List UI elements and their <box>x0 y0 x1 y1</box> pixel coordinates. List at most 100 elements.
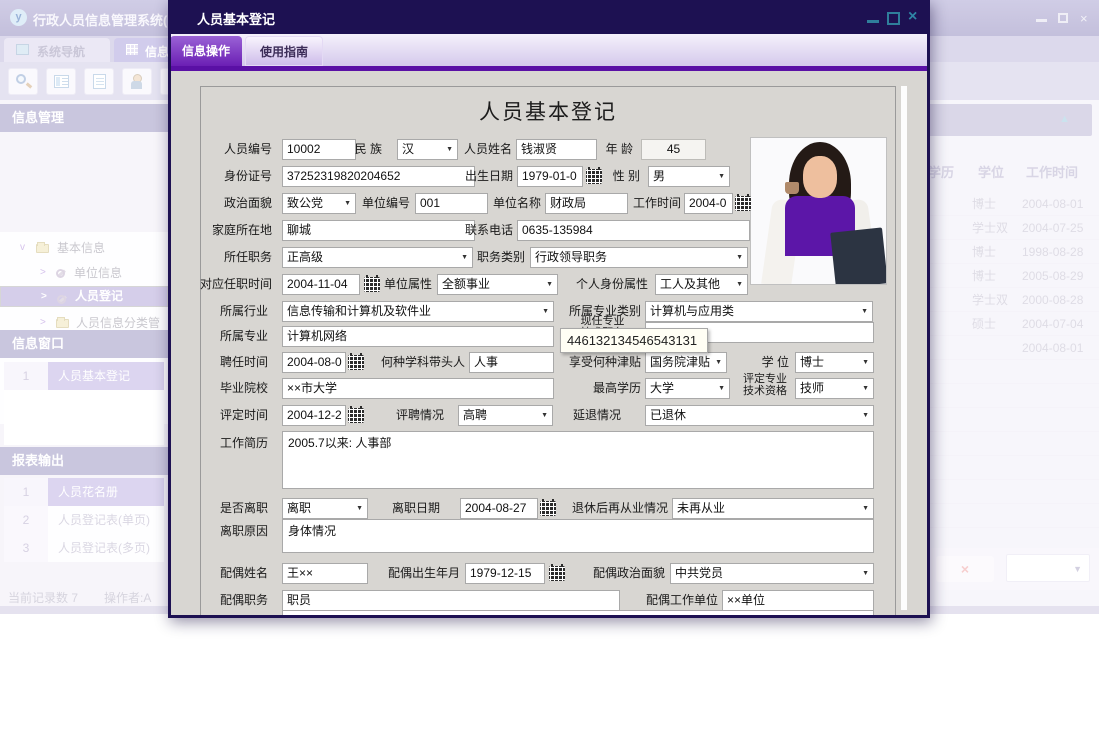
tab-user-guide[interactable]: 使用指南 <box>245 36 323 66</box>
dropdown-arrow-icon: ▼ <box>344 200 351 208</box>
photo-art <box>785 182 799 194</box>
spouse-unit-label: 配偶工作单位 <box>620 590 718 611</box>
birth-date-input[interactable]: 1979-01-0 <box>517 166 583 187</box>
discipline-input[interactable]: 人事 <box>469 352 554 373</box>
education-select[interactable]: 大学▼ <box>645 378 730 399</box>
dialog-titlebar[interactable]: 人员基本登记 × <box>168 0 930 34</box>
remark-input[interactable] <box>282 610 874 618</box>
spouse-name-label: 配偶姓名 <box>178 563 268 584</box>
resume-label: 工作简历 <box>178 433 268 454</box>
leave-reason-textarea[interactable]: 身体情况 <box>282 519 874 553</box>
dropdown-arrow-icon: ▼ <box>715 359 722 367</box>
major-label: 所属专业 <box>178 326 268 347</box>
id-no-label: 身份证号 <box>178 166 272 187</box>
delay-retire-label: 延退情况 <box>553 405 621 426</box>
tech-qual-label-line2: 技术资格 <box>739 385 791 397</box>
dropdown-arrow-icon: ▼ <box>861 308 868 316</box>
phone-input[interactable]: 0635-135984 <box>517 220 750 241</box>
school-input[interactable]: ××市大学 <box>282 378 554 399</box>
id-no-input[interactable]: 37252319820204652 <box>282 166 475 187</box>
form-title: 人员基本登记 <box>200 96 896 126</box>
gender-select[interactable]: 男▼ <box>648 166 730 187</box>
spouse-unit-input[interactable]: ××单位 <box>722 590 874 611</box>
tech-qual-label: 评定专业 技术资格 <box>739 373 791 397</box>
remark-label: 备 注 <box>178 612 268 618</box>
leave-date-label: 离职日期 <box>355 498 440 519</box>
personnel-photo <box>750 137 887 285</box>
pos-type-select[interactable]: 行政领导职务▼ <box>530 247 748 268</box>
unit-no-label: 单位编号 <box>362 193 410 214</box>
spouse-birth-input[interactable]: 1979-12-15 <box>465 563 545 584</box>
major-cat-select[interactable]: 计算机与应用类▼ <box>645 301 873 322</box>
dropdown-arrow-icon: ▼ <box>542 308 549 316</box>
calendar-icon[interactable] <box>735 196 751 211</box>
industry-select[interactable]: 信息传输和计算机及软件业▼ <box>282 301 554 322</box>
gender-label: 性 别 <box>588 166 640 187</box>
tech-qual-select[interactable]: 技师▼ <box>795 378 874 399</box>
ethnicity-label: 民 族 <box>326 139 382 160</box>
education-label: 最高学历 <box>564 378 641 399</box>
rework-select[interactable]: 未再从业▼ <box>672 498 874 519</box>
appoint-time-label: 对应任职时间 <box>178 274 272 295</box>
assess-time-input[interactable]: 2004-12-2 <box>282 405 346 426</box>
dropdown-arrow-icon: ▼ <box>862 505 869 513</box>
photo-art <box>830 227 887 285</box>
personal-attr-select[interactable]: 工人及其他▼ <box>655 274 748 295</box>
unit-name-label: 单位名称 <box>463 193 541 214</box>
work-time-label: 工作时间 <box>603 193 681 214</box>
dropdown-arrow-icon: ▼ <box>718 173 725 181</box>
politics-label: 政治面貌 <box>178 193 272 214</box>
per-no-label: 人员编号 <box>178 139 272 160</box>
dropdown-arrow-icon: ▼ <box>736 254 743 262</box>
appoint-time-input[interactable]: 2004-11-04 <box>282 274 360 295</box>
unit-attr-label: 单位属性 <box>364 274 432 295</box>
spouse-name-input[interactable]: 王×× <box>282 563 368 584</box>
phone-label: 联系电话 <box>449 220 513 241</box>
dialog-title: 人员基本登记 <box>197 9 275 28</box>
tooltip: 446132134546543131 <box>560 328 708 353</box>
birth-label: 出生日期 <box>449 166 513 187</box>
name-label: 人员姓名 <box>449 139 512 160</box>
leave-reason-label: 离职原因 <box>178 521 268 542</box>
allowance-select[interactable]: 国务院津贴▼ <box>645 352 727 373</box>
spouse-pos-input[interactable]: 职员 <box>282 590 620 611</box>
major-input[interactable]: 计算机网络 <box>282 326 554 347</box>
close-icon[interactable]: × <box>908 8 917 26</box>
degree-label: 学 位 <box>734 352 789 373</box>
home-label: 家庭所在地 <box>178 220 272 241</box>
industry-label: 所属行业 <box>178 301 268 322</box>
leave-date-input[interactable]: 2004-08-27 <box>460 498 538 519</box>
calendar-icon[interactable] <box>348 408 364 423</box>
dropdown-arrow-icon: ▼ <box>862 570 869 578</box>
degree-select[interactable]: 博士▼ <box>795 352 874 373</box>
spouse-politics-select[interactable]: 中共党员▼ <box>670 563 874 584</box>
work-time-input[interactable]: 2004-0 <box>684 193 733 214</box>
position-select[interactable]: 正高级▼ <box>282 247 473 268</box>
resume-textarea[interactable]: 2005.7以来: 人事部 <box>282 431 874 489</box>
minimize-icon[interactable] <box>867 20 879 23</box>
tab-info-operation[interactable]: 信息操作 <box>170 36 242 66</box>
maximize-icon[interactable] <box>887 12 900 25</box>
dropdown-arrow-icon: ▼ <box>718 385 725 393</box>
spouse-pos-label: 配偶职务 <box>178 590 268 611</box>
pos-type-label: 职务类别 <box>467 247 525 268</box>
school-label: 毕业院校 <box>178 378 268 399</box>
unit-attr-select[interactable]: 全额事业▼ <box>437 274 558 295</box>
personal-attr-label: 个人身份属性 <box>553 274 648 295</box>
politics-select[interactable]: 致公党▼ <box>282 193 356 214</box>
review-select[interactable]: 高聘▼ <box>458 405 553 426</box>
is-leave-label: 是否离职 <box>178 498 268 519</box>
review-label: 评聘情况 <box>376 405 444 426</box>
scroll-strip[interactable] <box>901 86 907 610</box>
dropdown-arrow-icon: ▼ <box>736 281 743 289</box>
spouse-politics-label: 配偶政治面貌 <box>560 563 665 584</box>
spouse-birth-label: 配偶出生年月 <box>360 563 460 584</box>
allowance-label: 享受何种津贴 <box>547 352 641 373</box>
delay-retire-select[interactable]: 已退休▼ <box>645 405 874 426</box>
hire-time-input[interactable]: 2004-08-0 <box>282 352 346 373</box>
home-input[interactable]: 聊城 <box>282 220 475 241</box>
dropdown-arrow-icon: ▼ <box>862 359 869 367</box>
cur-title-label-line1: 现任专业 <box>565 315 640 327</box>
tech-qual-label-line1: 评定专业 <box>739 373 791 385</box>
dropdown-arrow-icon: ▼ <box>541 412 548 420</box>
